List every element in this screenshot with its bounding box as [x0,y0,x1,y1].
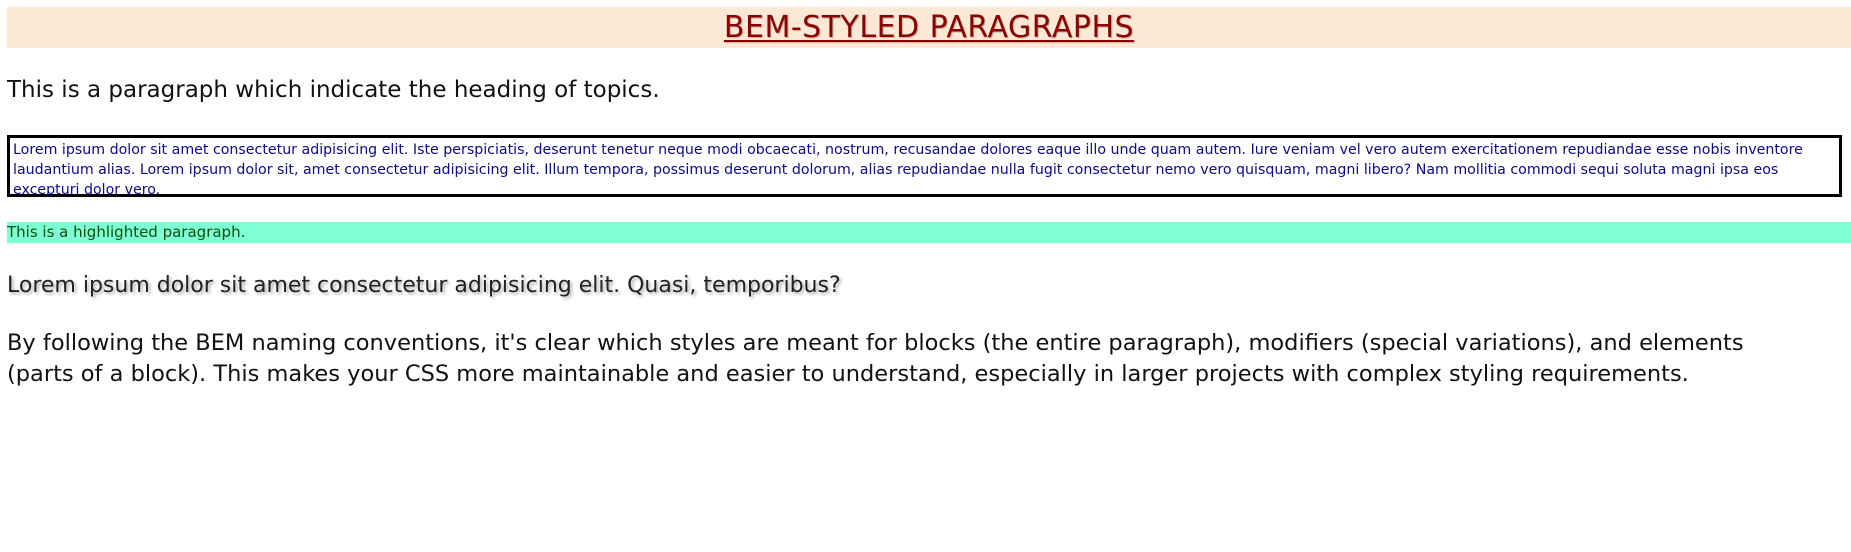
topic-heading-paragraph: This is a paragraph which indicate the h… [7,77,660,103]
page: BEM-STYLED PARAGRAPHS This is a paragrap… [0,0,1851,552]
bordered-paragraph: Lorem ipsum dolor sit amet consectetur a… [7,135,1842,198]
highlighted-paragraph: This is a highlighted paragraph. [7,222,1851,243]
page-title-banner: BEM-STYLED PARAGRAPHS [7,7,1851,48]
page-title: BEM-STYLED PARAGRAPHS [723,10,1135,45]
shadowed-paragraph: Lorem ipsum dolor sit amet consectetur a… [7,273,841,298]
closing-paragraph: By following the BEM naming conventions,… [7,330,1744,387]
